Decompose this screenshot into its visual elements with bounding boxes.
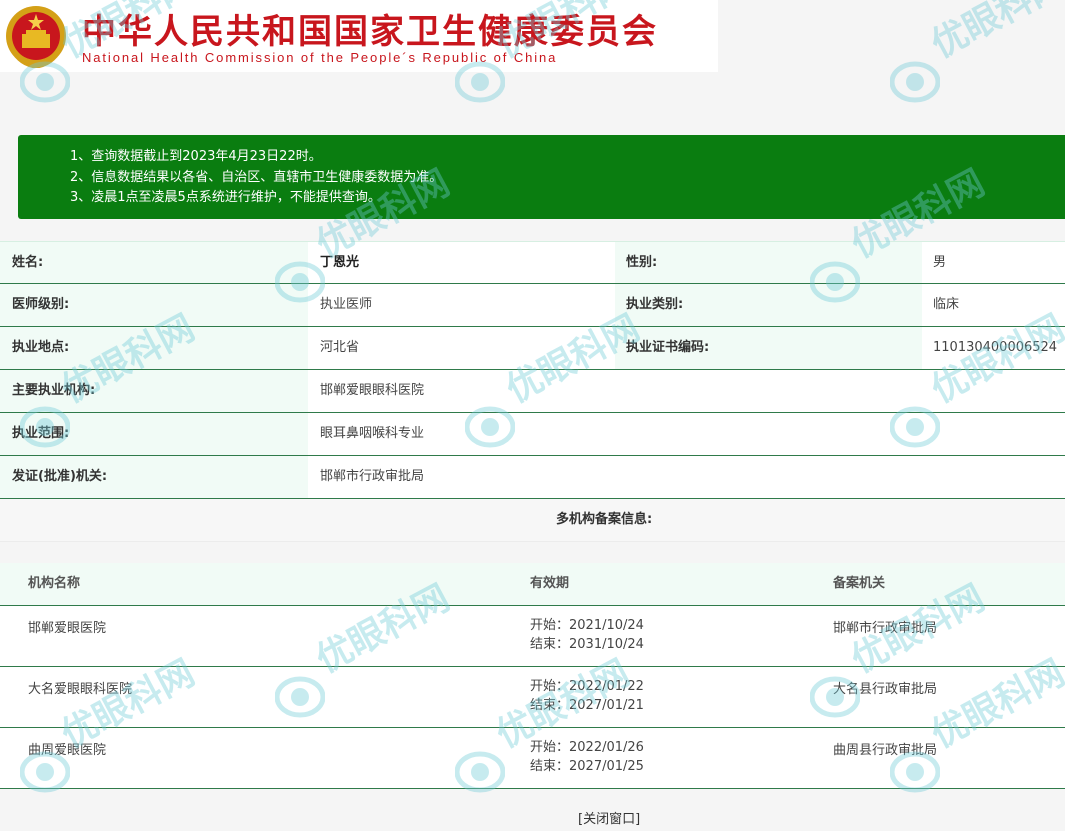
name-value: 丁恩光 (320, 255, 360, 270)
info-row: 发证(批准)机关: 邯郸市行政审批局 (0, 456, 1065, 499)
table-row: 邯郸爱眼医院 开始：2021/10/24 结束：2031/10/24 邯郸市行政… (0, 606, 1065, 667)
validity-start: 开始：2022/01/26 (530, 740, 644, 755)
cert-value: 110130400006524 (933, 340, 1058, 355)
notice-line: 1、查询数据截止到2023年4月23日22时。 (70, 149, 322, 164)
filing-authority: 大名县行政审批局 (833, 682, 938, 697)
validity-end: 结束：2031/10/24 (530, 637, 644, 652)
institution-label: 主要执业机构: (12, 383, 96, 398)
validity-end: 结束：2027/01/21 (530, 698, 644, 713)
notice-line: 2、信息数据结果以各省、自治区、直辖市卫生健康委数据为准。 (70, 169, 443, 185)
validity-end: 结束：2027/01/25 (530, 759, 644, 774)
site-title-english: National Health Commission of the People… (82, 50, 558, 65)
cert-label: 执业证书编码: (626, 340, 710, 355)
name-label: 姓名: (12, 255, 44, 270)
national-emblem-icon (6, 6, 66, 68)
location-label: 执业地点: (12, 340, 70, 355)
scope-value: 眼耳鼻咽喉科专业 (320, 426, 425, 441)
column-header-validity: 有效期 (530, 576, 570, 591)
column-header-name: 机构名称 (28, 576, 81, 591)
notice-line: 3、凌晨1点至凌晨5点系统进行维护，不能提供查询。 (70, 190, 381, 205)
doctor-info-table: 姓名: 丁恩光 性别: 男 医师级别: 执业医师 执业类别: 临床 执业地点: … (0, 241, 1065, 499)
info-row: 姓名: 丁恩光 性别: 男 (0, 241, 1065, 284)
authority-value: 邯郸市行政审批局 (320, 469, 425, 484)
table-row: 大名爱眼眼科医院 开始：2022/01/22 结束：2027/01/21 大名县… (0, 667, 1065, 728)
institution-name: 曲周爱眼医院 (28, 743, 107, 758)
validity-start: 开始：2021/10/24 (530, 618, 644, 633)
site-title-chinese: 中华人民共和国国家卫生健康委员会 (82, 12, 658, 52)
level-value: 执业医师 (320, 297, 373, 312)
level-label: 医师级别: (12, 297, 70, 312)
institution-name: 大名爱眼眼科医院 (28, 682, 133, 697)
institution-table: 机构名称 有效期 备案机关 邯郸爱眼医院 开始：2021/10/24 结束：20… (0, 563, 1065, 789)
institution-name: 邯郸爱眼医院 (28, 621, 107, 636)
watermark: 优眼科网 (890, 0, 1065, 120)
info-row: 主要执业机构: 邯郸爱眼眼科医院 (0, 370, 1065, 413)
location-value: 河北省 (320, 340, 360, 355)
institution-value: 邯郸爱眼眼科医院 (320, 383, 425, 398)
filing-authority: 邯郸市行政审批局 (833, 621, 938, 636)
category-value: 临床 (933, 297, 960, 312)
multi-institution-heading: 多机构备案信息: (0, 499, 1065, 542)
table-row: 曲周爱眼医院 开始：2022/01/26 结束：2027/01/25 曲周县行政… (0, 728, 1065, 789)
notice-box: 1、查询数据截止到2023年4月23日22时。 2、信息数据结果以各省、自治区、… (18, 135, 1065, 219)
watermark-text: 优眼科网 (924, 0, 1065, 67)
scope-label: 执业范围: (12, 426, 70, 441)
filing-authority: 曲周县行政审批局 (833, 743, 938, 758)
eye-logo-icon (890, 61, 940, 103)
info-row: 医师级别: 执业医师 执业类别: 临床 (0, 284, 1065, 327)
column-header-authority: 备案机关 (833, 576, 886, 591)
site-header: 中华人民共和国国家卫生健康委员会 National Health Commiss… (0, 0, 718, 72)
close-window-link[interactable]: [关闭窗口] (578, 811, 640, 829)
category-label: 执业类别: (626, 297, 684, 312)
info-row: 执业地点: 河北省 执业证书编码: 110130400006524 (0, 327, 1065, 370)
authority-label: 发证(批准)机关: (12, 469, 108, 484)
validity-start: 开始：2022/01/22 (530, 679, 644, 694)
gender-label: 性别: (626, 255, 658, 270)
info-row: 执业范围: 眼耳鼻咽喉科专业 (0, 413, 1065, 456)
gender-value: 男 (933, 255, 947, 270)
table-header-row: 机构名称 有效期 备案机关 (0, 563, 1065, 606)
multi-institution-title: 多机构备案信息: (556, 512, 653, 527)
